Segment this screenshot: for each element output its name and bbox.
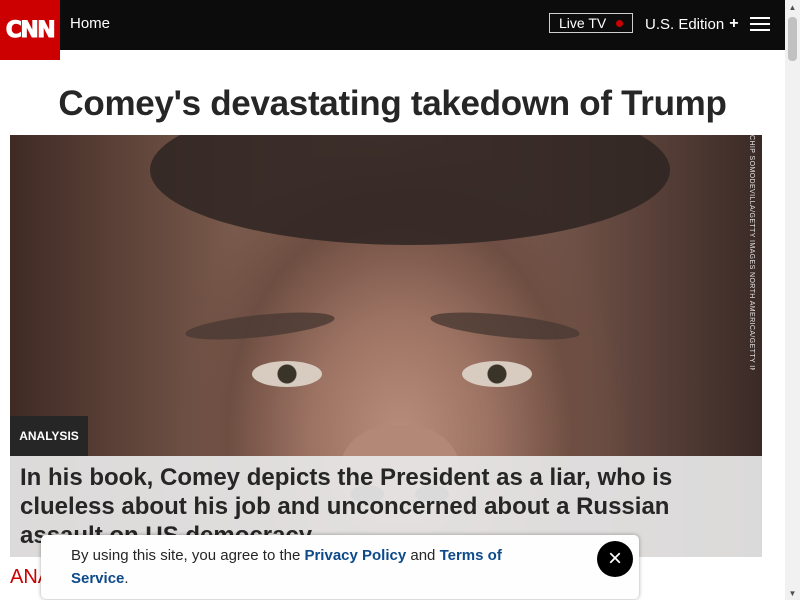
page-title: Comey's devastating takedown of Trump	[58, 84, 727, 123]
cookie-consent-banner: By using this site, you agree to the Pri…	[41, 535, 639, 599]
live-tv-button[interactable]: Live TV	[549, 13, 633, 33]
image-credit: CHIP SOMODEVILLA/GETTY IMAGES NORTH AMER…	[748, 135, 755, 370]
scrollbar-thumb[interactable]	[788, 17, 797, 61]
scroll-up-arrow-icon[interactable]: ▲	[785, 0, 800, 14]
vertical-scrollbar[interactable]: ▲ ▼	[785, 0, 800, 600]
close-icon[interactable]: ×	[597, 541, 633, 577]
nav-home-link[interactable]: Home	[70, 15, 110, 32]
hero-image-hair	[150, 135, 670, 245]
logo-text: CNN	[5, 17, 56, 43]
hamburger-menu-icon[interactable]	[750, 17, 770, 32]
live-tv-label: Live TV	[559, 15, 607, 31]
top-navigation-bar: CNN Home Live TV U.S. Edition +	[0, 0, 785, 60]
cnn-logo[interactable]: CNN	[0, 0, 60, 60]
analysis-badge: ANALYSIS	[10, 416, 88, 456]
scroll-down-arrow-icon[interactable]: ▼	[785, 586, 800, 600]
privacy-policy-link[interactable]: Privacy Policy	[304, 547, 406, 564]
edition-selector[interactable]: U.S. Edition +	[645, 15, 739, 33]
cookie-text: By using this site, you agree to the Pri…	[71, 547, 502, 587]
edition-label: U.S. Edition	[645, 15, 725, 33]
live-indicator-icon	[616, 20, 623, 27]
plus-icon: +	[729, 15, 739, 32]
